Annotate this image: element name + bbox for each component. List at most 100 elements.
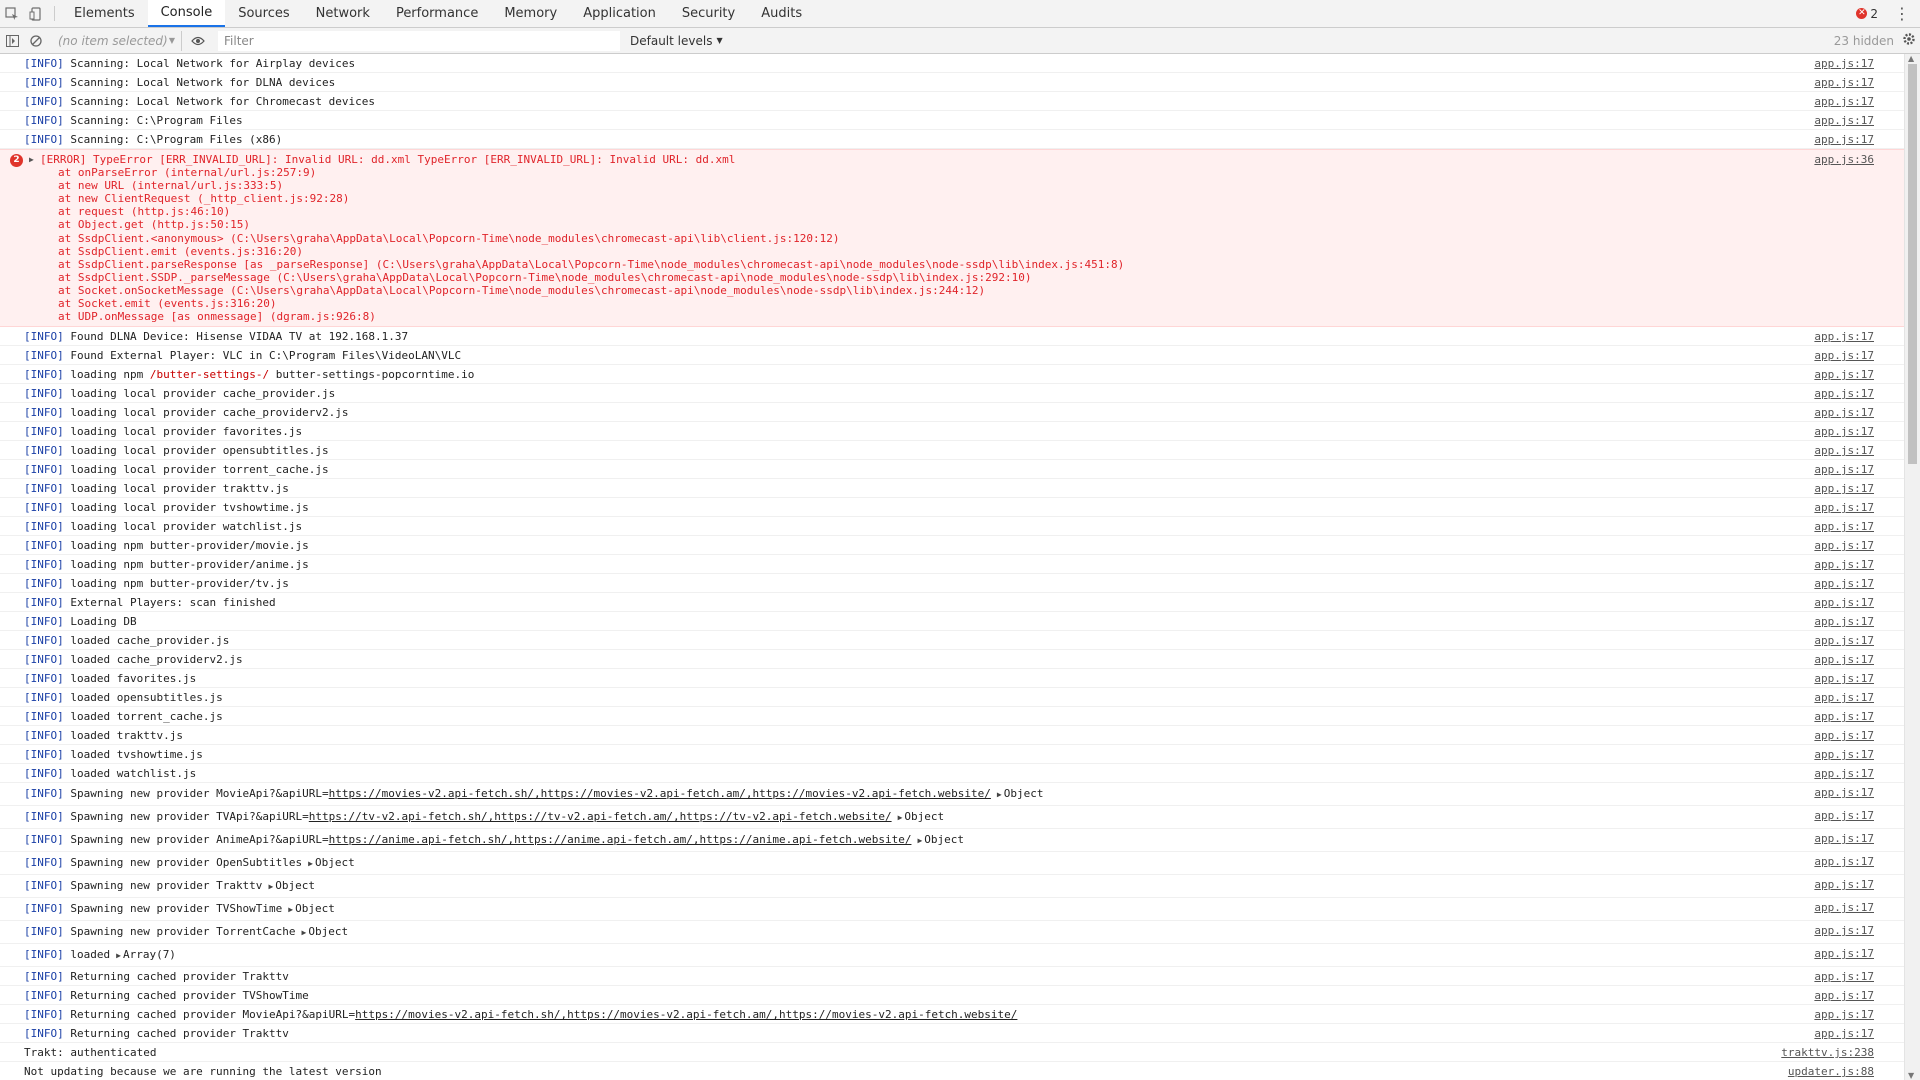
log-message: loading local provider cache_providerv2.… xyxy=(70,406,349,420)
live-expression-eye-icon[interactable] xyxy=(186,29,210,53)
log-object[interactable]: Array(7) xyxy=(123,948,176,961)
tab-performance[interactable]: Performance xyxy=(383,0,491,27)
scroll-up-arrow-icon[interactable]: ▲ xyxy=(1908,54,1914,63)
source-link[interactable]: app.js:17 xyxy=(1814,767,1874,780)
source-link[interactable]: app.js:17 xyxy=(1814,615,1874,628)
tab-console[interactable]: Console xyxy=(147,0,226,27)
inspect-element-icon[interactable] xyxy=(0,0,24,27)
source-link[interactable]: app.js:17 xyxy=(1814,349,1874,362)
source-link[interactable]: app.js:17 xyxy=(1814,691,1874,704)
source-link[interactable]: app.js:17 xyxy=(1814,1008,1874,1021)
source-link[interactable]: app.js:17 xyxy=(1814,989,1874,1002)
expand-triangle-icon[interactable]: ▶ xyxy=(29,153,34,166)
source-link[interactable]: app.js:17 xyxy=(1814,520,1874,533)
console-settings-gear-icon[interactable] xyxy=(1902,32,1916,49)
source-link[interactable]: app.js:36 xyxy=(1814,153,1874,166)
expand-triangle-icon[interactable]: ▶ xyxy=(116,951,121,960)
source-link[interactable]: app.js:17 xyxy=(1814,539,1874,552)
chevron-down-icon: ▼ xyxy=(168,36,175,45)
source-link[interactable]: app.js:17 xyxy=(1814,653,1874,666)
expand-triangle-icon[interactable]: ▶ xyxy=(308,859,313,868)
source-link[interactable]: app.js:17 xyxy=(1814,924,1874,937)
log-object[interactable]: Object xyxy=(295,902,335,915)
source-link[interactable]: app.js:17 xyxy=(1814,501,1874,514)
source-link[interactable]: app.js:17 xyxy=(1814,878,1874,891)
source-link[interactable]: app.js:17 xyxy=(1814,406,1874,419)
source-link[interactable]: app.js:17 xyxy=(1814,133,1874,146)
source-link[interactable]: app.js:17 xyxy=(1814,855,1874,868)
clear-console-icon[interactable] xyxy=(24,29,48,53)
source-link[interactable]: trakttv.js:238 xyxy=(1781,1046,1874,1059)
source-link[interactable]: app.js:17 xyxy=(1814,729,1874,742)
scroll-thumb[interactable] xyxy=(1908,64,1917,464)
log-object[interactable]: Object xyxy=(904,810,944,823)
log-url-link[interactable]: https://tv-v2.api-fetch.sh/,https://tv-v… xyxy=(309,810,892,823)
log-row: [INFO] Returning cached provider TVShowT… xyxy=(0,986,1904,1006)
tab-audits[interactable]: Audits xyxy=(748,0,815,27)
more-menu-icon[interactable]: ⋮ xyxy=(1888,4,1916,23)
source-link[interactable]: app.js:17 xyxy=(1814,558,1874,571)
source-link[interactable]: app.js:17 xyxy=(1814,970,1874,983)
filter-input[interactable] xyxy=(218,30,620,51)
source-link[interactable]: app.js:17 xyxy=(1814,425,1874,438)
error-counter[interactable]: ✕ 2 xyxy=(1856,7,1878,21)
stack-frame: at request (http.js:46:10) xyxy=(58,205,231,219)
tab-sources[interactable]: Sources xyxy=(225,0,302,27)
source-link[interactable]: app.js:17 xyxy=(1814,114,1874,127)
log-url-link[interactable]: https://anime.api-fetch.sh/,https://anim… xyxy=(329,833,912,846)
log-message: loaded trakttv.js xyxy=(70,729,183,743)
tab-network[interactable]: Network xyxy=(303,0,383,27)
sidebar-toggle-icon[interactable] xyxy=(0,29,24,53)
log-object[interactable]: Object xyxy=(308,925,348,938)
log-levels-dropdown[interactable]: Default levels ▼ xyxy=(630,34,723,48)
log-level-tag: [INFO] xyxy=(24,902,64,916)
log-url-link[interactable]: https://movies-v2.api-fetch.sh/,https://… xyxy=(329,787,991,800)
scroll-down-arrow-icon[interactable]: ▼ xyxy=(1908,1071,1914,1080)
source-link[interactable]: app.js:17 xyxy=(1814,76,1874,89)
tab-elements[interactable]: Elements xyxy=(61,0,148,27)
source-link[interactable]: app.js:17 xyxy=(1814,832,1874,845)
log-url-link[interactable]: https://movies-v2.api-fetch.sh/,https://… xyxy=(355,1008,1017,1021)
source-link[interactable]: app.js:17 xyxy=(1814,634,1874,647)
source-link[interactable]: app.js:17 xyxy=(1814,330,1874,343)
source-link[interactable]: app.js:17 xyxy=(1814,947,1874,960)
context-selector[interactable]: (no item selected) ▼ xyxy=(52,30,182,51)
log-level-tag: [INFO] xyxy=(24,330,64,344)
source-link[interactable]: app.js:17 xyxy=(1814,444,1874,457)
source-link[interactable]: app.js:17 xyxy=(1814,710,1874,723)
source-link[interactable]: app.js:17 xyxy=(1814,786,1874,799)
source-link[interactable]: app.js:17 xyxy=(1814,57,1874,70)
source-link[interactable]: app.js:17 xyxy=(1814,463,1874,476)
console-scrollbar[interactable]: ▲ ▼ xyxy=(1904,54,1920,1080)
source-link[interactable]: updater.js:88 xyxy=(1788,1065,1874,1078)
expand-triangle-icon[interactable]: ▶ xyxy=(898,813,903,822)
source-link[interactable]: app.js:17 xyxy=(1814,368,1874,381)
expand-triangle-icon[interactable]: ▶ xyxy=(997,790,1002,799)
source-link[interactable]: app.js:17 xyxy=(1814,1027,1874,1040)
device-toolbar-icon[interactable] xyxy=(24,0,48,27)
source-link[interactable]: app.js:17 xyxy=(1814,748,1874,761)
log-level-tag: [INFO] xyxy=(24,387,64,401)
log-row: [INFO] loading local provider tvshowtime… xyxy=(0,498,1904,518)
log-message: Trakt: authenticated xyxy=(24,1046,157,1060)
source-link[interactable]: app.js:17 xyxy=(1814,95,1874,108)
source-link[interactable]: app.js:17 xyxy=(1814,482,1874,495)
log-row: Trakt: authenticated trakttv.js:238 xyxy=(0,1043,1904,1063)
source-link[interactable]: app.js:17 xyxy=(1814,387,1874,400)
expand-triangle-icon[interactable]: ▶ xyxy=(268,882,273,891)
expand-triangle-icon[interactable]: ▶ xyxy=(302,928,307,937)
log-object[interactable]: Object xyxy=(275,879,315,892)
tab-memory[interactable]: Memory xyxy=(491,0,570,27)
source-link[interactable]: app.js:17 xyxy=(1814,901,1874,914)
expand-triangle-icon[interactable]: ▶ xyxy=(288,905,293,914)
expand-triangle-icon[interactable]: ▶ xyxy=(917,836,922,845)
source-link[interactable]: app.js:17 xyxy=(1814,672,1874,685)
source-link[interactable]: app.js:17 xyxy=(1814,809,1874,822)
log-object[interactable]: Object xyxy=(924,833,964,846)
log-object[interactable]: Object xyxy=(315,856,355,869)
tab-application[interactable]: Application xyxy=(570,0,669,27)
log-object[interactable]: Object xyxy=(1004,787,1044,800)
source-link[interactable]: app.js:17 xyxy=(1814,577,1874,590)
tab-security[interactable]: Security xyxy=(669,0,748,27)
source-link[interactable]: app.js:17 xyxy=(1814,596,1874,609)
